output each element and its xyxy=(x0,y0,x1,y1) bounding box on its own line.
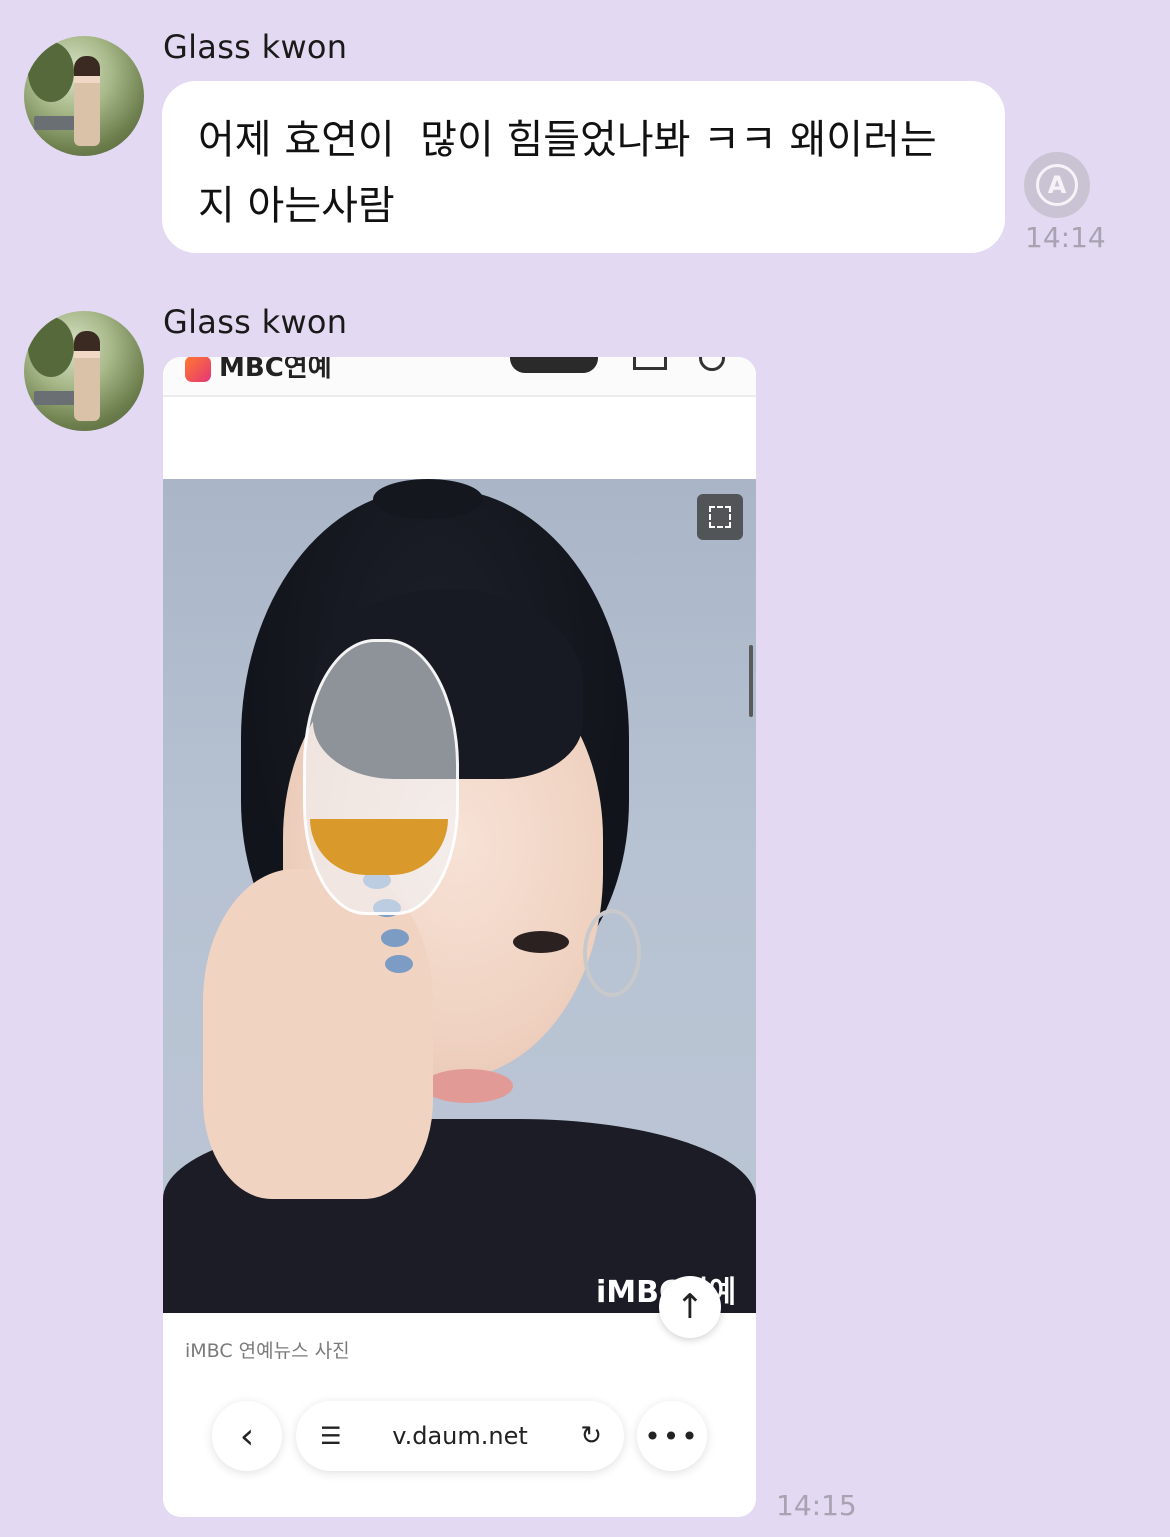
avatar-figure xyxy=(74,331,100,421)
expand-icon[interactable] xyxy=(697,494,743,540)
header-icon xyxy=(633,357,667,370)
photo-hand xyxy=(203,869,433,1199)
photo-nail xyxy=(381,929,409,947)
photo-nail xyxy=(385,955,413,973)
avatar-figure xyxy=(74,56,100,146)
auto-translate-letter: A xyxy=(1036,164,1078,206)
screenshot-top-bar: MBC연예 xyxy=(163,357,756,397)
photo-eye xyxy=(513,931,569,953)
message-bubble[interactable]: 어제 효연이 많이 힘들었나봐 ㅋㅋ 왜이러는 지 아는사람 xyxy=(162,81,1005,253)
sender-name[interactable]: Glass kwon xyxy=(163,28,347,66)
message-time: 14:14 xyxy=(1025,221,1106,254)
photo-lips xyxy=(423,1069,513,1103)
avatar-tree xyxy=(28,317,74,377)
scrollbar[interactable] xyxy=(749,645,753,717)
sender-avatar[interactable] xyxy=(24,311,144,431)
image-attachment[interactable]: MBC연예 iMBC연예 ↑ iMBC 연예뉴스 사진 ‹ ☰ v.daum.n… xyxy=(163,357,756,1517)
avatar-tree xyxy=(28,42,74,102)
tabs-icon[interactable]: ☰ xyxy=(320,1422,342,1450)
search-icon xyxy=(699,357,725,371)
sender-avatar[interactable] xyxy=(24,36,144,156)
reload-icon[interactable]: ↻ xyxy=(580,1421,602,1451)
browser-toolbar: ‹ ☰ v.daum.net ↻ ••• xyxy=(163,1401,756,1481)
news-photo: iMBC연예 xyxy=(163,479,756,1313)
more-icon[interactable]: ••• xyxy=(637,1401,707,1471)
header-pill xyxy=(510,357,598,373)
photo-hair-bun xyxy=(373,479,483,519)
message-text: 어제 효연이 많이 힘들었나봐 ㅋㅋ 왜이러는 지 아는사람 xyxy=(198,117,937,229)
chevron-left-icon[interactable]: ‹ xyxy=(212,1401,282,1471)
photo-earring xyxy=(583,909,641,997)
brand-name: MBC연예 xyxy=(219,357,332,383)
url-bar[interactable]: ☰ v.daum.net ↻ xyxy=(296,1401,624,1471)
sender-name[interactable]: Glass kwon xyxy=(163,303,347,341)
message-time: 14:15 xyxy=(776,1489,857,1522)
auto-translate-icon[interactable]: A xyxy=(1024,152,1090,218)
url-text: v.daum.net xyxy=(392,1422,528,1450)
brand-logo: MBC연예 xyxy=(185,357,332,384)
photo-caption: iMBC 연예뉴스 사진 xyxy=(185,1340,350,1362)
arrow-up-icon[interactable]: ↑ xyxy=(659,1276,721,1338)
